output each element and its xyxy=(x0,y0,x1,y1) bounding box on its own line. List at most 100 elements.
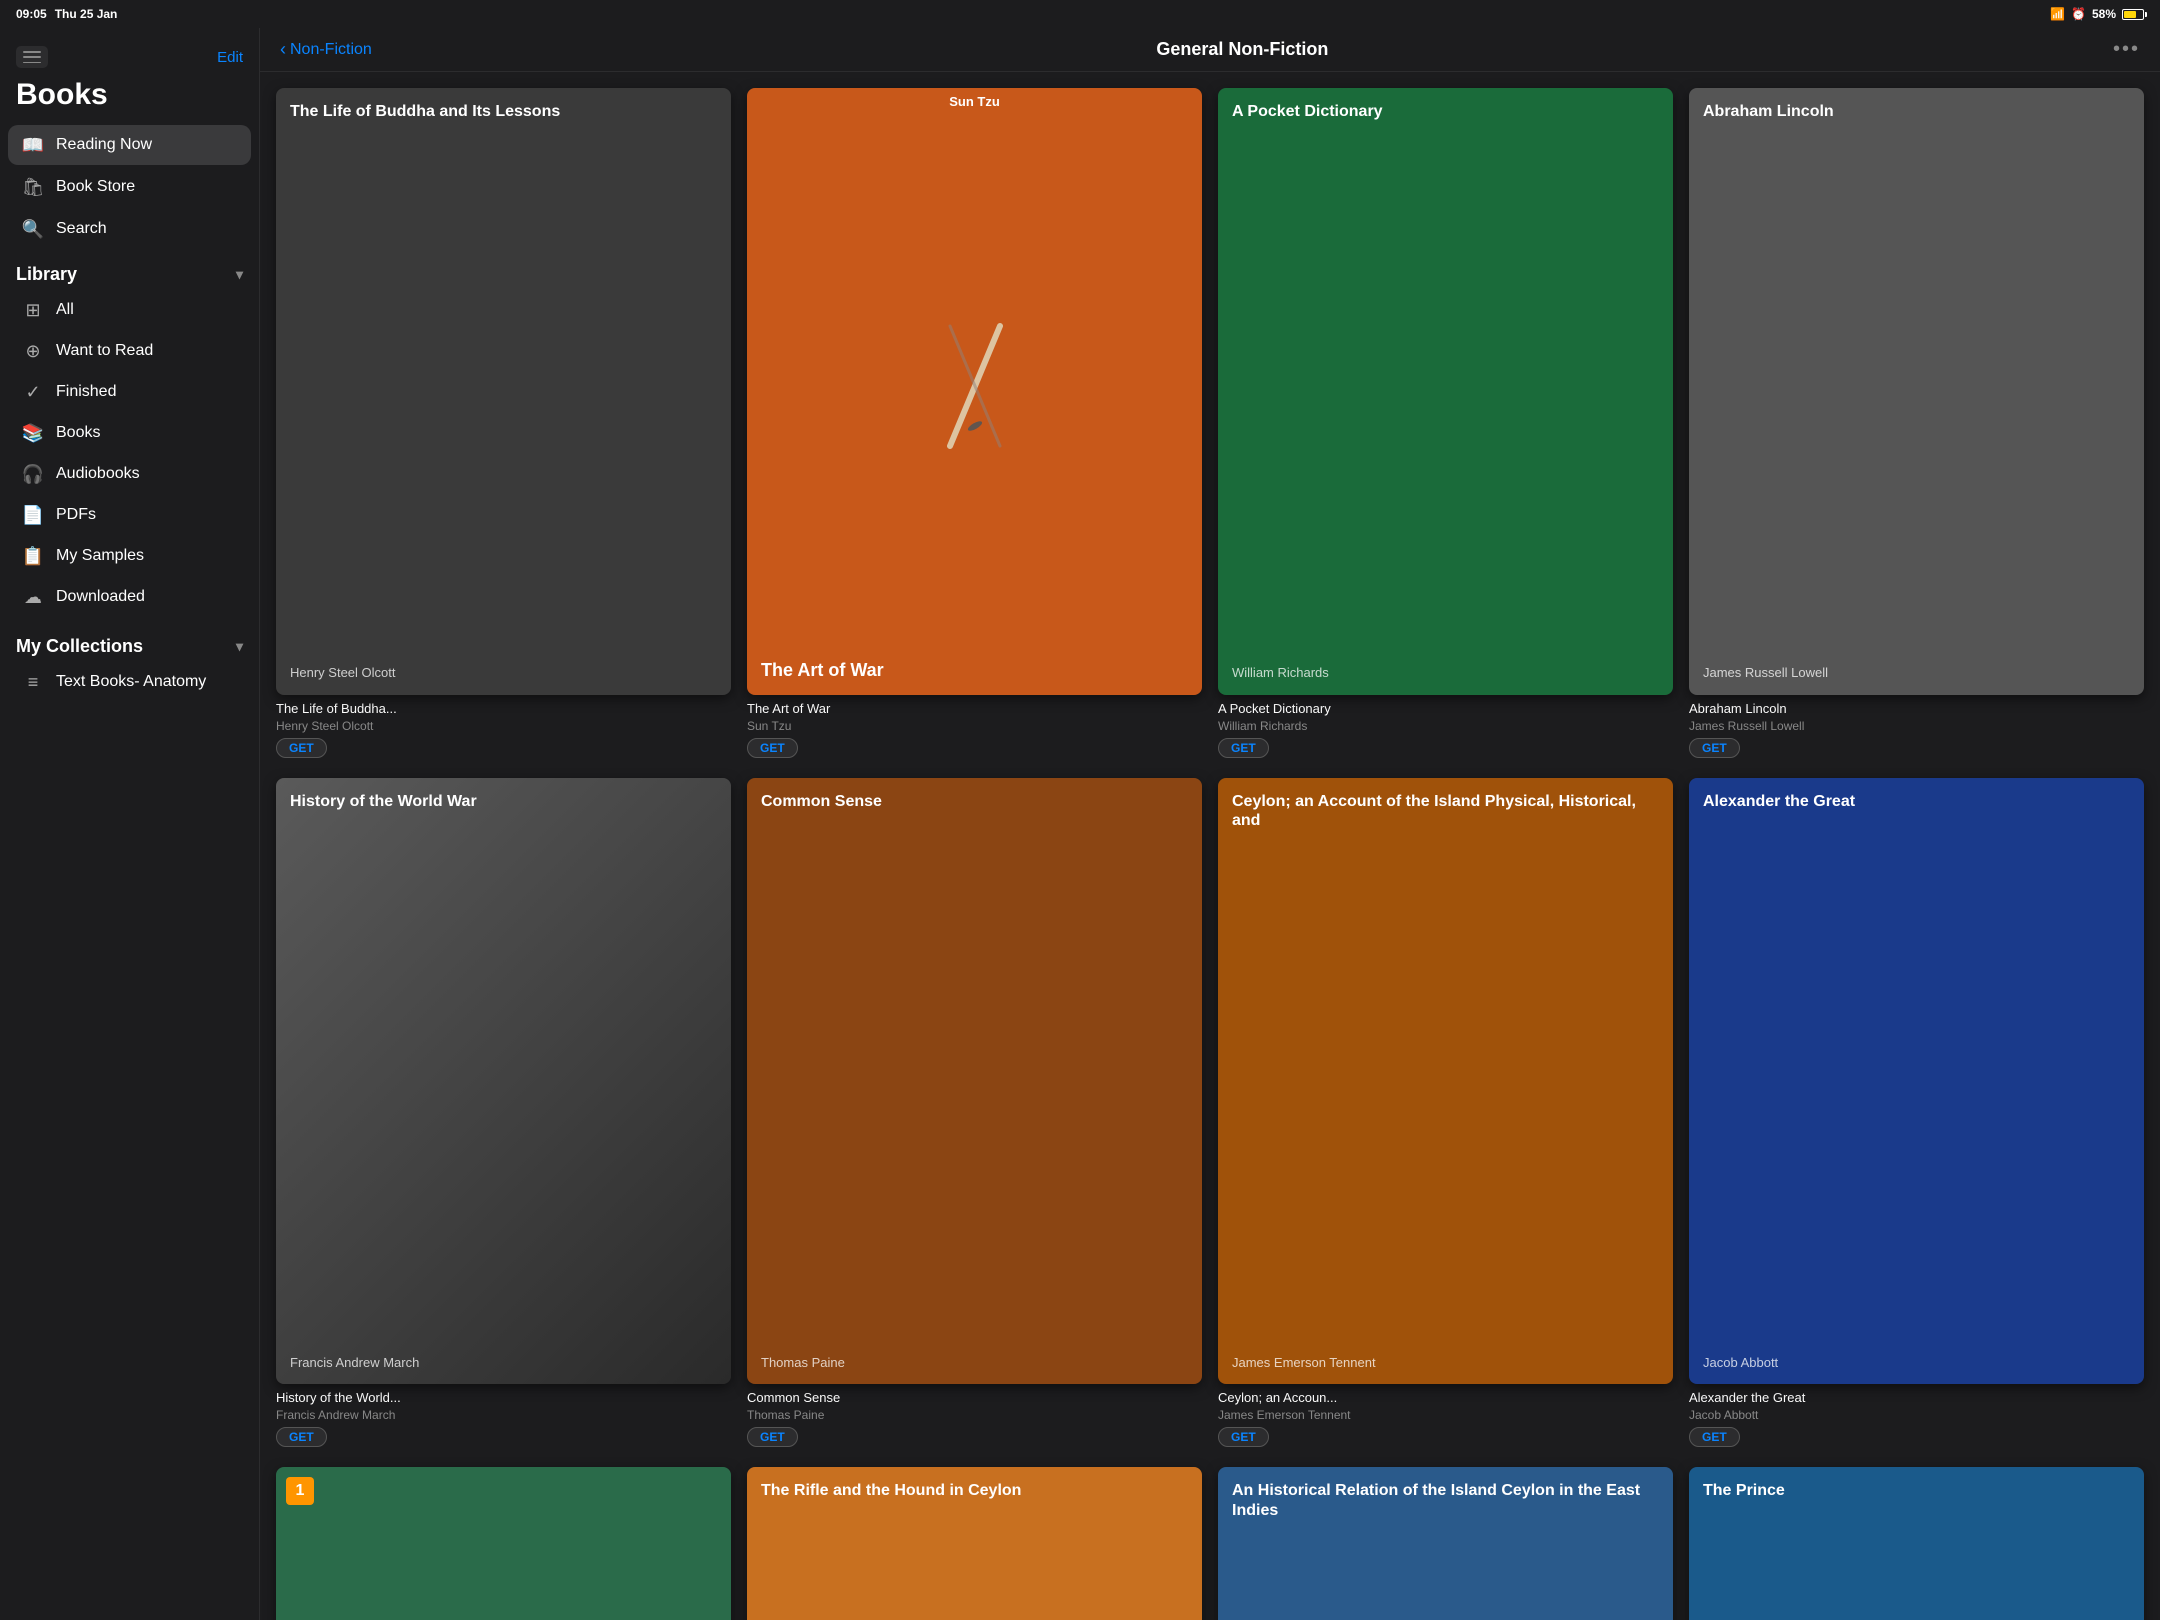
sidebar-item-audiobooks[interactable]: 🎧 Audiobooks xyxy=(8,454,251,494)
get-button[interactable]: GET xyxy=(747,738,798,758)
sidebar-item-label: My Samples xyxy=(56,547,144,565)
sidebar-item-label: Search xyxy=(56,220,107,238)
sidebar-item-text-books-anatomy[interactable]: ≡ Text Books- Anatomy xyxy=(8,662,251,702)
book-author: James Russell Lowell xyxy=(1689,719,2144,733)
book-title: Common Sense xyxy=(747,1390,1202,1405)
sidebar-title: Books xyxy=(0,72,259,124)
book-cover[interactable]: Ceylon; an Account of the Island Physica… xyxy=(1218,778,1673,1385)
book-cover[interactable]: Alexander the Great Jacob Abbott xyxy=(1689,778,2144,1385)
sidebar-item-label: Audiobooks xyxy=(56,465,140,483)
sidebar-item-finished[interactable]: ✓ Finished xyxy=(8,372,251,412)
grid-icon: ⊞ xyxy=(22,299,44,321)
book-cover[interactable]: Abraham Lincoln James Russell Lowell xyxy=(1689,88,2144,695)
status-bar: 09:05 Thu 25 Jan 📶 ⏰ 58% xyxy=(0,0,2160,28)
book-title: The Life of Buddha... xyxy=(276,701,731,716)
get-button[interactable]: GET xyxy=(1689,1427,1740,1447)
book-title: The Art of War xyxy=(747,701,1202,716)
page-title: General Non-Fiction xyxy=(372,39,2113,60)
sidebar-item-label: Downloaded xyxy=(56,588,145,606)
book-cover-title: An Historical Relation of the Island Cey… xyxy=(1232,1481,1659,1519)
book-cover-author: Jacob Abbott xyxy=(1703,1355,2130,1371)
list-item[interactable]: Common Sense Thomas Paine Common Sense T… xyxy=(747,778,1202,1448)
book-grid: The Life of Buddha and Its Lessons Henry… xyxy=(276,88,2144,1620)
book-author: Thomas Paine xyxy=(747,1408,1202,1422)
book-cover-author: James Emerson Tennent xyxy=(1232,1355,1659,1371)
collections-title: My Collections xyxy=(16,636,143,657)
book-cover-author: Thomas Paine xyxy=(761,1355,1188,1371)
sidebar-item-label: PDFs xyxy=(56,506,96,524)
back-button[interactable]: ‹ Non-Fiction xyxy=(280,39,372,60)
book-info: Ceylon; an Accoun... James Emerson Tenne… xyxy=(1218,1390,1673,1447)
book-cover[interactable]: 1 Unity & Diversity of Life on Earth xyxy=(276,1467,731,1620)
more-options-icon[interactable]: ••• xyxy=(2113,38,2140,61)
collections-section-header[interactable]: My Collections ▾ xyxy=(0,622,259,661)
doc-text-icon: 📋 xyxy=(22,545,44,567)
sidebar-item-books[interactable]: 📚 Books xyxy=(8,413,251,453)
sidebar-item-label: Reading Now xyxy=(56,136,152,154)
edit-button[interactable]: Edit xyxy=(217,49,243,66)
list-item[interactable]: Alexander the Great Jacob Abbott Alexand… xyxy=(1689,778,2144,1448)
sidebar-item-my-samples[interactable]: 📋 My Samples xyxy=(8,536,251,576)
back-label: Non-Fiction xyxy=(290,41,372,59)
book-cover-title: Abraham Lincoln xyxy=(1703,102,2130,121)
library-section-header[interactable]: Library ▾ xyxy=(0,250,259,289)
list-item[interactable]: 1 Unity & Diversity of Life on Earth Uni… xyxy=(276,1467,731,1620)
battery-icon xyxy=(2122,9,2144,20)
get-button[interactable]: GET xyxy=(276,738,327,758)
circle-plus-icon: ⊕ xyxy=(22,340,44,362)
book-cover[interactable]: Common Sense Thomas Paine xyxy=(747,778,1202,1385)
book-cover[interactable]: Sun Tzu The Art of War xyxy=(747,88,1202,695)
book-info: The Life of Buddha... Henry Steel Olcott… xyxy=(276,701,731,758)
list-item[interactable]: The Rifle and the Hound in Ceylon The Ri… xyxy=(747,1467,1202,1620)
bag-icon: 🛍 xyxy=(22,176,44,198)
list-item[interactable]: Ceylon; an Account of the Island Physica… xyxy=(1218,778,1673,1448)
sidebar-item-want-to-read[interactable]: ⊕ Want to Read xyxy=(8,331,251,371)
list-item[interactable]: The Prince The Prince GET xyxy=(1689,1467,2144,1620)
wifi-icon: 📶 xyxy=(2050,7,2065,21)
sidebar-item-search[interactable]: 🔍 Search xyxy=(8,209,251,249)
list-item[interactable]: History of the World War Francis Andrew … xyxy=(276,778,731,1448)
book-cover[interactable]: An Historical Relation of the Island Cey… xyxy=(1218,1467,1673,1620)
sidebar-item-label: Want to Read xyxy=(56,342,153,360)
book-cover[interactable]: The Life of Buddha and Its Lessons Henry… xyxy=(276,88,731,695)
book-cover-title: The Art of War xyxy=(761,660,1188,681)
book-author: William Richards xyxy=(1218,719,1673,733)
book-author: Henry Steel Olcott xyxy=(276,719,731,733)
circle-check-icon: ✓ xyxy=(22,381,44,403)
book-cover-title: Common Sense xyxy=(761,792,1188,811)
sidebar-toggle-icon xyxy=(23,51,41,63)
headphones-icon: 🎧 xyxy=(22,463,44,485)
book-cover[interactable]: The Rifle and the Hound in Ceylon xyxy=(747,1467,1202,1620)
book-cover-title: History of the World War xyxy=(290,792,717,811)
sidebar-item-all[interactable]: ⊞ All xyxy=(8,290,251,330)
get-button[interactable]: GET xyxy=(747,1427,798,1447)
book-title: Alexander the Great xyxy=(1689,1390,2144,1405)
list-item[interactable]: Abraham Lincoln James Russell Lowell Abr… xyxy=(1689,88,2144,758)
sidebar-item-book-store[interactable]: 🛍 Book Store xyxy=(8,167,251,207)
book-cover-author: William Richards xyxy=(1232,665,1659,681)
library-items: ⊞ All ⊕ Want to Read ✓ Finished 📚 Books … xyxy=(0,289,259,618)
get-button[interactable]: GET xyxy=(1218,1427,1269,1447)
book-cover[interactable]: The Prince xyxy=(1689,1467,2144,1620)
library-title: Library xyxy=(16,264,77,285)
unity-badge: 1 xyxy=(286,1477,314,1505)
sidebar-item-pdfs[interactable]: 📄 PDFs xyxy=(8,495,251,535)
list-item[interactable]: A Pocket Dictionary William Richards A P… xyxy=(1218,88,1673,758)
get-button[interactable]: GET xyxy=(1218,738,1269,758)
book-icon: 📚 xyxy=(22,422,44,444)
sidebar-item-label: All xyxy=(56,301,74,319)
list-item[interactable]: An Historical Relation of the Island Cey… xyxy=(1218,1467,1673,1620)
book-cover[interactable]: History of the World War Francis Andrew … xyxy=(276,778,731,1385)
book-cover[interactable]: A Pocket Dictionary William Richards xyxy=(1218,88,1673,695)
sidebar-item-downloaded[interactable]: ☁ Downloaded xyxy=(8,577,251,617)
sidebar-item-label: Books xyxy=(56,424,100,442)
list-item[interactable]: The Life of Buddha and Its Lessons Henry… xyxy=(276,88,731,758)
book-info: The Art of War Sun Tzu GET xyxy=(747,701,1202,758)
sidebar-collapse-button[interactable] xyxy=(16,46,48,68)
main-content: ‹ Non-Fiction General Non-Fiction ••• Th… xyxy=(260,0,2160,1620)
get-button[interactable]: GET xyxy=(276,1427,327,1447)
get-button[interactable]: GET xyxy=(1689,738,1740,758)
sidebar-item-reading-now[interactable]: 📖 Reading Now xyxy=(8,125,251,165)
list-item[interactable]: Sun Tzu The Art of War The Art of War Su… xyxy=(747,88,1202,758)
status-right: 📶 ⏰ 58% xyxy=(2050,7,2144,21)
